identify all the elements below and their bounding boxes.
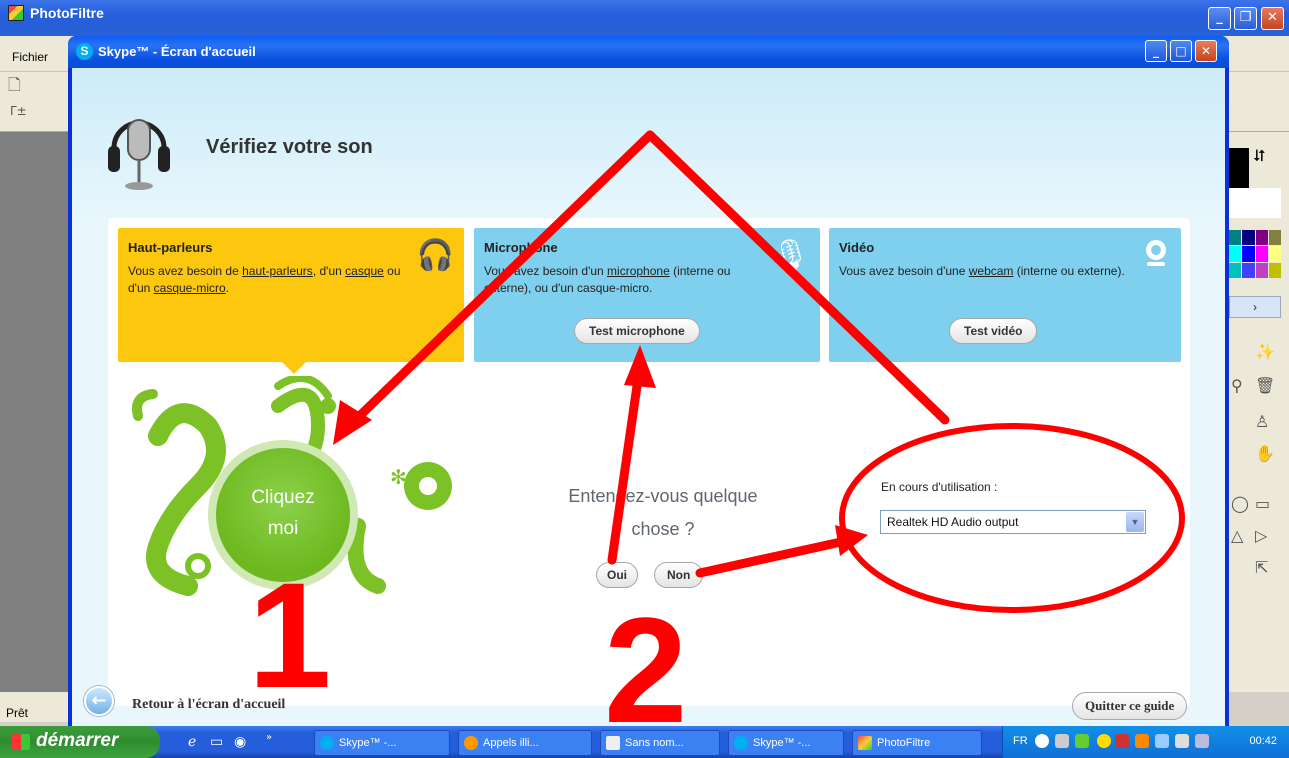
taskbar-item-appels[interactable]: Appels illi... <box>458 730 592 756</box>
skype-window-title: Skype™ - Écran d'accueil <box>98 44 256 59</box>
mail-icon[interactable] <box>1195 734 1209 748</box>
question-line2: chose ? <box>631 519 695 539</box>
color-palette[interactable] <box>1229 230 1281 278</box>
close-icon[interactable]: ✕ <box>1261 7 1284 30</box>
headset-link[interactable]: casque-micro <box>154 281 226 295</box>
annotation-number-1: 1 <box>248 551 332 719</box>
start-button[interactable]: démarrer <box>0 726 160 758</box>
start-label: démarrer <box>36 730 119 751</box>
microphone-icon: 🎙 <box>771 238 810 273</box>
system-tray: FR 00:42 <box>1002 726 1289 758</box>
webcam-link[interactable]: webcam <box>969 264 1014 278</box>
quit-guide-button[interactable]: Quitter ce guide <box>1072 692 1188 720</box>
taskbar: démarrer ℯ ▭ ◉ » Skype™ -... Appels illi… <box>0 726 1289 758</box>
palette-next-button[interactable]: › <box>1229 296 1281 318</box>
desktop-icon[interactable]: ▭ <box>210 734 223 750</box>
export-icon[interactable]: ⇱ <box>1255 558 1268 577</box>
triangle-icon[interactable]: △ <box>1231 526 1243 545</box>
network-icon[interactable] <box>1055 734 1069 748</box>
video-title: Vidéo <box>839 240 875 255</box>
taskbar-item-photofiltre[interactable]: PhotoFiltre <box>852 730 982 756</box>
tray-app-icon-5[interactable] <box>1175 734 1189 748</box>
taskbar-item-skype-2[interactable]: Skype™ -... <box>728 730 844 756</box>
photofiltre-title: PhotoFiltre <box>30 5 104 21</box>
photofiltre-tools-panel: ⮃ › ✨ ⚲ 🗑 ♙ ✋ ◯ ▭ △ ▷ ⇱ <box>1225 132 1289 692</box>
close-icon[interactable]: ✕ <box>1195 40 1217 62</box>
speakers-link[interactable]: haut-parleurs <box>242 264 313 278</box>
ie-icon[interactable]: ℯ <box>188 734 196 750</box>
no-button[interactable]: Non <box>654 562 704 588</box>
audio-device-value: Realtek HD Audio output <box>887 515 1019 529</box>
swap-colors-icon[interactable]: ⮃ <box>1253 146 1266 166</box>
security-icon[interactable] <box>1075 734 1089 748</box>
back-arrow-icon[interactable]: ← <box>84 686 114 716</box>
status-bar: Prêt <box>0 692 72 722</box>
click-me-line1: Cliquez <box>251 487 315 508</box>
page-title: Vérifiez votre son <box>206 136 373 158</box>
menu-fichier[interactable]: Fichier <box>12 50 48 64</box>
background-color-swatch[interactable] <box>1229 188 1281 218</box>
quicklaunch-more-icon[interactable]: » <box>266 732 272 743</box>
taskbar-item-sans-nom[interactable]: Sans nom... <box>600 730 720 756</box>
device-label: En cours d'utilisation : <box>881 480 998 494</box>
clock: 00:42 <box>1249 735 1277 747</box>
status-text: Prêt <box>6 706 29 720</box>
headphones-link[interactable]: casque <box>345 264 384 278</box>
sound-check-header: Vérifiez votre son <box>72 68 1225 218</box>
play-shape-icon[interactable]: ▷ <box>1255 526 1267 545</box>
hear-question: Entendez-vous quelque chose ? <box>528 480 798 546</box>
question-line1: Entendez-vous quelque <box>568 486 758 506</box>
tray-app-icon-2[interactable] <box>1115 734 1129 748</box>
microphone-card: 🎙 Microphone Vous avez besoin d'un micro… <box>474 228 820 362</box>
microphone-link[interactable]: microphone <box>607 264 670 278</box>
auto-contrast-icon[interactable]: Γ± <box>10 104 27 118</box>
audio-device-select[interactable]: Realtek HD Audio output ▼ <box>880 510 1146 534</box>
webcam-icon <box>1146 240 1166 266</box>
photofiltre-titlebar: PhotoFiltre _ ❐ ✕ <box>0 0 1289 36</box>
svg-text:✻: ✻ <box>390 465 407 489</box>
rounded-rect-icon[interactable]: ▭ <box>1255 494 1270 513</box>
minimize-icon[interactable]: _ <box>1208 7 1231 30</box>
yes-button[interactable]: Oui <box>596 562 638 588</box>
language-indicator[interactable]: FR <box>1013 735 1028 747</box>
ellipse-icon[interactable]: ◯ <box>1231 494 1249 513</box>
restore-icon[interactable]: ❐ <box>1234 7 1257 30</box>
minimize-icon[interactable]: _ <box>1145 40 1167 62</box>
tray-app-icon[interactable] <box>1097 734 1111 748</box>
skype-logo-icon: S <box>76 43 93 60</box>
maximize-icon[interactable]: □ <box>1170 40 1192 62</box>
foreground-color-swatch[interactable] <box>1229 148 1249 188</box>
firefox-icon[interactable]: ◉ <box>234 734 246 750</box>
speakers-description: Vous avez besoin de haut-parleurs, d'un … <box>128 264 401 295</box>
chevron-down-icon[interactable]: ▼ <box>1126 512 1144 532</box>
bucket-icon[interactable]: 🗑 <box>1255 376 1275 395</box>
video-description: Vous avez besoin d'une webcam (interne o… <box>839 264 1125 278</box>
microphone-title: Microphone <box>484 240 558 255</box>
photofiltre-app-icon <box>8 5 24 21</box>
headset-icon <box>108 119 170 190</box>
headphones-icon: 🎧 <box>416 238 454 273</box>
photofiltre-workspace <box>0 132 72 692</box>
speakers-card: 🎧 Haut-parleurs Vous avez besoin de haut… <box>118 228 464 374</box>
tray-collapse-icon[interactable] <box>1035 734 1049 748</box>
annotation-number-2: 2 <box>604 586 688 754</box>
click-me-line2: moi <box>267 518 299 539</box>
tray-app-icon-3[interactable] <box>1135 734 1149 748</box>
microphone-description: Vous avez besoin d'un microphone (intern… <box>484 264 731 295</box>
video-card: Vidéo Vous avez besoin d'une webcam (int… <box>829 228 1181 362</box>
test-video-button[interactable]: Test vidéo <box>949 318 1038 344</box>
windows-logo-icon <box>12 734 30 750</box>
dropper-icon[interactable]: ⚲ <box>1231 376 1243 395</box>
wand-icon[interactable]: ✨ <box>1255 342 1275 361</box>
taskbar-item-skype-1[interactable]: Skype™ -... <box>314 730 450 756</box>
test-microphone-button[interactable]: Test microphone <box>574 318 700 344</box>
new-file-icon[interactable]: 🗋 <box>8 74 21 101</box>
hand-icon[interactable]: ✋ <box>1255 444 1275 463</box>
speakers-title: Haut-parleurs <box>128 240 213 255</box>
stamp-icon[interactable]: ♙ <box>1255 412 1269 431</box>
skype-titlebar[interactable]: S Skype™ - Écran d'accueil _ □ ✕ <box>68 36 1229 68</box>
tray-app-icon-4[interactable] <box>1155 734 1169 748</box>
